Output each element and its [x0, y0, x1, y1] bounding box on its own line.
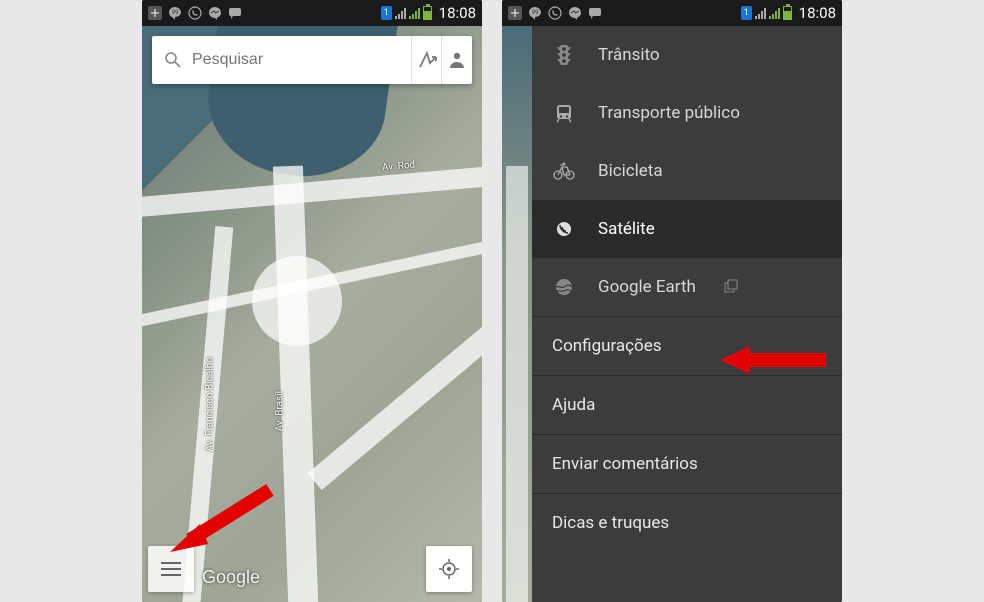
search-bar	[152, 36, 472, 84]
whatsapp-icon	[548, 6, 562, 20]
messenger-icon	[208, 6, 222, 20]
status-time: 18:08	[439, 4, 476, 22]
external-link-icon	[724, 279, 740, 295]
status-bar: 99 1 18:08	[142, 0, 482, 26]
menu-item-label: Transporte público	[598, 103, 740, 123]
map-sliver[interactable]	[502, 26, 532, 602]
road-label: Av. Brasil	[275, 391, 286, 432]
menu-item-satellite[interactable]: Satélite	[532, 200, 842, 258]
svg-text:99: 99	[532, 9, 539, 16]
profile-button[interactable]	[442, 36, 472, 84]
battery-icon	[783, 6, 792, 20]
menu-item-label: Trânsito	[598, 45, 660, 65]
directions-icon	[416, 49, 438, 71]
my-location-icon	[437, 557, 461, 581]
chat-icon	[588, 6, 602, 20]
menu-item-bicycle[interactable]: Bicicleta	[532, 142, 842, 200]
menu-item-label: Google Earth	[598, 277, 696, 297]
phone-left-maps: 99 1 18:08 Av. Francisco Bical	[142, 0, 482, 602]
menu-item-label: Ajuda	[552, 395, 595, 415]
messenger-icon	[568, 6, 582, 20]
hangouts-icon: 99	[168, 6, 182, 20]
menu-item-label: Satélite	[598, 219, 655, 239]
satellite-icon	[552, 217, 576, 241]
road	[273, 166, 321, 602]
menu-item-label: Configurações	[552, 336, 662, 356]
search-input[interactable]	[192, 51, 399, 69]
menu-item-tips[interactable]: Dicas e truques	[532, 494, 842, 552]
notification-badge: 1	[741, 6, 752, 20]
directions-button[interactable]	[412, 36, 442, 84]
whatsapp-icon	[188, 6, 202, 20]
signal-bars-2-icon	[409, 7, 420, 19]
person-icon	[447, 50, 467, 70]
google-logo: Google	[202, 567, 260, 588]
search-icon	[164, 51, 182, 69]
my-location-button[interactable]	[426, 546, 472, 592]
menu-item-label: Bicicleta	[598, 161, 663, 181]
menu-item-label: Dicas e truques	[552, 513, 669, 533]
menu-item-google-earth[interactable]: Google Earth	[532, 258, 842, 316]
menu-button[interactable]	[148, 546, 194, 592]
chat-icon	[228, 6, 242, 20]
signal-bars-1-icon	[755, 7, 766, 19]
add-icon	[148, 6, 162, 20]
menu-item-transit[interactable]: Transporte público	[532, 84, 842, 142]
add-icon	[508, 6, 522, 20]
road-label: Av. Rod	[382, 160, 416, 174]
menu-item-settings[interactable]: Configurações	[532, 317, 842, 375]
transit-icon	[552, 101, 576, 125]
road-label: Av. Francisco Bicalho	[205, 357, 216, 452]
road-junction	[252, 256, 342, 346]
phone-right-drawer: 99 1 18:08 Trânsito	[502, 0, 842, 602]
signal-bars-2-icon	[769, 7, 780, 19]
map-satellite-view[interactable]: Av. Francisco Bicalho Av. Brasil Av. Rod	[142, 26, 482, 602]
google-earth-icon	[552, 275, 576, 299]
traffic-light-icon	[552, 43, 576, 67]
menu-item-label: Enviar comentários	[552, 454, 698, 474]
status-time: 18:08	[799, 4, 836, 22]
svg-text:99: 99	[172, 9, 179, 16]
road	[308, 184, 482, 490]
menu-item-feedback[interactable]: Enviar comentários	[532, 435, 842, 493]
search-input-wrap[interactable]	[152, 36, 412, 84]
signal-bars-1-icon	[395, 7, 406, 19]
status-bar: 99 1 18:08	[502, 0, 842, 26]
hangouts-icon: 99	[528, 6, 542, 20]
menu-item-traffic[interactable]: Trânsito	[532, 26, 842, 84]
menu-item-help[interactable]: Ajuda	[532, 376, 842, 434]
bicycle-icon	[552, 159, 576, 183]
notification-badge: 1	[381, 6, 392, 20]
battery-icon	[423, 6, 432, 20]
nav-drawer: Trânsito Transporte público Bicicleta Sa…	[532, 26, 842, 602]
